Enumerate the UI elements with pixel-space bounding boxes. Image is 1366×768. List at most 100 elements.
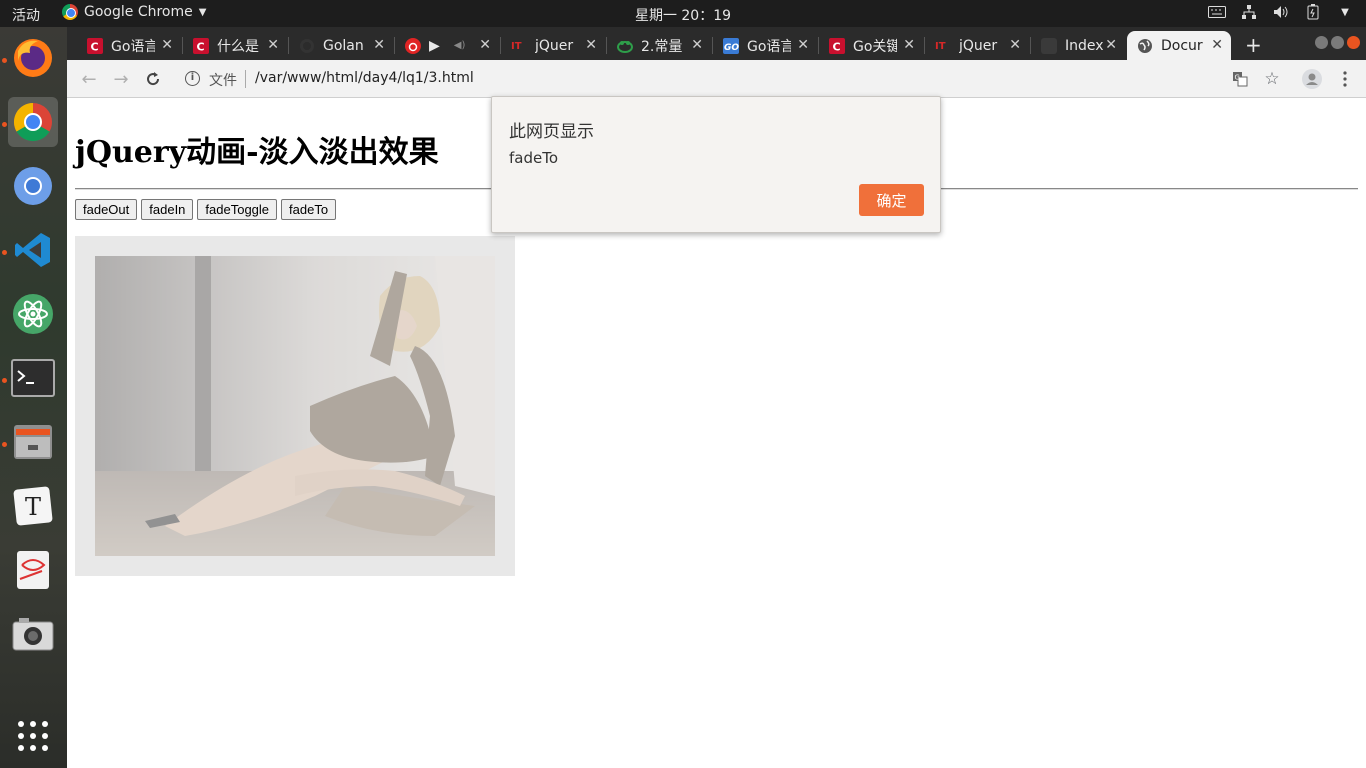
close-icon[interactable]: ✕ xyxy=(479,37,491,53)
tab-what-is[interactable]: C 什么是 ✕ xyxy=(183,31,287,60)
chrome-icon xyxy=(62,4,78,20)
svg-text:C: C xyxy=(833,40,841,53)
mute-icon[interactable]: ◀) xyxy=(454,40,466,51)
close-icon[interactable]: ✕ xyxy=(373,37,385,53)
app-menu[interactable]: Google Chrome ▼ xyxy=(62,4,206,20)
volume-icon[interactable] xyxy=(1272,4,1290,20)
chevron-down-icon: ▼ xyxy=(198,6,207,18)
scheme-label: 文件 xyxy=(209,73,237,89)
chevron-down-icon[interactable]: ▼ xyxy=(1336,4,1354,20)
go-icon: GO xyxy=(723,37,739,54)
svg-text:C: C xyxy=(91,40,99,53)
close-icon[interactable]: ✕ xyxy=(267,37,279,53)
image-container xyxy=(75,236,515,576)
close-icon[interactable]: ✕ xyxy=(903,37,915,53)
tab-go-language-2[interactable]: GO Go语言 ✕ xyxy=(713,31,817,60)
svg-text:IT: IT xyxy=(511,41,522,52)
profile-avatar[interactable] xyxy=(1302,69,1322,89)
minimize-button[interactable] xyxy=(1315,36,1328,49)
github-icon xyxy=(300,38,314,53)
tab-index[interactable]: Index ✕ xyxy=(1031,31,1125,60)
tab-title: 什么是 xyxy=(217,38,259,55)
camera-icon[interactable] xyxy=(8,609,58,659)
tab-music[interactable]: ▶ ◀) ✕ xyxy=(395,31,499,60)
chromium-icon[interactable] xyxy=(8,161,58,211)
close-icon[interactable]: ✕ xyxy=(691,37,703,53)
back-button[interactable]: ← xyxy=(79,69,99,90)
menu-icon[interactable] xyxy=(1335,69,1355,89)
fadeout-button[interactable]: fadeOut xyxy=(75,199,138,220)
dark-icon xyxy=(1041,37,1057,54)
bookmark-star-icon[interactable]: ☆ xyxy=(1262,69,1282,89)
fadetoggle-button[interactable]: fadeToggle xyxy=(197,199,278,220)
text-editor-icon[interactable] xyxy=(8,545,58,595)
network-icon[interactable] xyxy=(1240,4,1258,20)
globe-icon xyxy=(1138,38,1152,53)
address-bar[interactable]: i 文件 /var/www/html/day4/lq1/3.html xyxy=(177,66,1217,92)
close-icon[interactable]: ✕ xyxy=(1009,37,1021,53)
tab-title: jQuer xyxy=(535,37,574,54)
tab-go-keywords[interactable]: C Go关键 ✕ xyxy=(819,31,923,60)
csdn-icon: C xyxy=(87,37,103,54)
atom-icon[interactable] xyxy=(8,289,58,339)
vscode-icon[interactable] xyxy=(8,225,58,275)
csdn-icon: C xyxy=(193,37,209,54)
frog-icon xyxy=(617,40,633,53)
close-icon[interactable]: ✕ xyxy=(585,37,597,53)
tab-title: jQuer xyxy=(959,37,998,54)
firefox-icon[interactable] xyxy=(8,33,58,83)
running-indicator xyxy=(2,378,7,383)
csdn-icon: C xyxy=(829,37,845,54)
keyboard-icon[interactable] xyxy=(1208,4,1226,20)
top-panel: 活动 Google Chrome ▼ 星期一 20：19 ▼ xyxy=(0,0,1366,27)
tab-document[interactable]: Docur ✕ xyxy=(1127,31,1231,60)
play-icon[interactable]: ▶ xyxy=(429,38,440,54)
browser-toolbar: ← → i 文件 /var/www/html/day4/lq1/3.html G… xyxy=(67,60,1366,98)
translate-icon[interactable]: G xyxy=(1230,69,1250,89)
alert-title: 此网页显示 xyxy=(509,122,594,142)
clock[interactable]: 星期一 20：19 xyxy=(635,8,731,24)
close-window-button[interactable] xyxy=(1347,36,1360,49)
chrome-icon[interactable] xyxy=(8,97,58,147)
tab-title: Golan xyxy=(323,37,364,54)
tab-title: Index xyxy=(1065,37,1104,54)
files-icon[interactable] xyxy=(8,417,58,467)
dock: T xyxy=(0,27,67,768)
forward-button[interactable]: → xyxy=(111,69,131,90)
tab-golang[interactable]: Golan ✕ xyxy=(289,31,393,60)
tab-jquery-2[interactable]: IT jQuer ✕ xyxy=(925,31,1029,60)
tab-go-language[interactable]: C Go语言 ✕ xyxy=(77,31,181,60)
typora-icon[interactable]: T xyxy=(8,481,58,531)
fadeto-button[interactable]: fadeTo xyxy=(281,199,337,220)
battery-icon[interactable] xyxy=(1304,4,1322,20)
page-title: jQuery动画-淡入淡出效果 xyxy=(75,135,439,170)
url-text[interactable]: /var/www/html/day4/lq1/3.html xyxy=(255,70,474,86)
running-indicator xyxy=(2,250,7,255)
activities-button[interactable]: 活动 xyxy=(12,5,40,25)
app-grid-icon[interactable] xyxy=(8,711,58,761)
photo xyxy=(95,256,495,556)
svg-text:GO: GO xyxy=(724,43,739,53)
button-row: fadeOut fadeIn fadeToggle fadeTo xyxy=(75,199,337,220)
alert-message: fadeTo xyxy=(509,149,559,167)
alert-dialog: 此网页显示 fadeTo 确定 xyxy=(491,96,941,233)
tab-jquery-1[interactable]: IT jQuer ✕ xyxy=(501,31,605,60)
new-tab-button[interactable]: + xyxy=(1245,33,1262,57)
close-icon[interactable]: ✕ xyxy=(1211,37,1223,53)
system-tray[interactable]: ▼ xyxy=(1208,4,1354,20)
svg-text:IT: IT xyxy=(935,41,946,52)
tab-title: Go语言 xyxy=(111,38,155,55)
close-icon[interactable]: ✕ xyxy=(161,37,173,53)
close-icon[interactable]: ✕ xyxy=(1105,37,1117,53)
tab-constants[interactable]: 2.常量 ✕ xyxy=(607,31,711,60)
info-icon[interactable]: i xyxy=(185,71,200,86)
terminal-icon[interactable] xyxy=(8,353,58,403)
fadein-button[interactable]: fadeIn xyxy=(141,199,194,220)
svg-text:G: G xyxy=(1235,74,1240,82)
svg-text:T: T xyxy=(25,493,41,521)
close-icon[interactable]: ✕ xyxy=(797,37,809,53)
ok-button[interactable]: 确定 xyxy=(859,184,924,216)
maximize-button[interactable] xyxy=(1331,36,1344,49)
reload-button[interactable] xyxy=(143,69,163,89)
tab-title: 2.常量 xyxy=(641,38,683,55)
